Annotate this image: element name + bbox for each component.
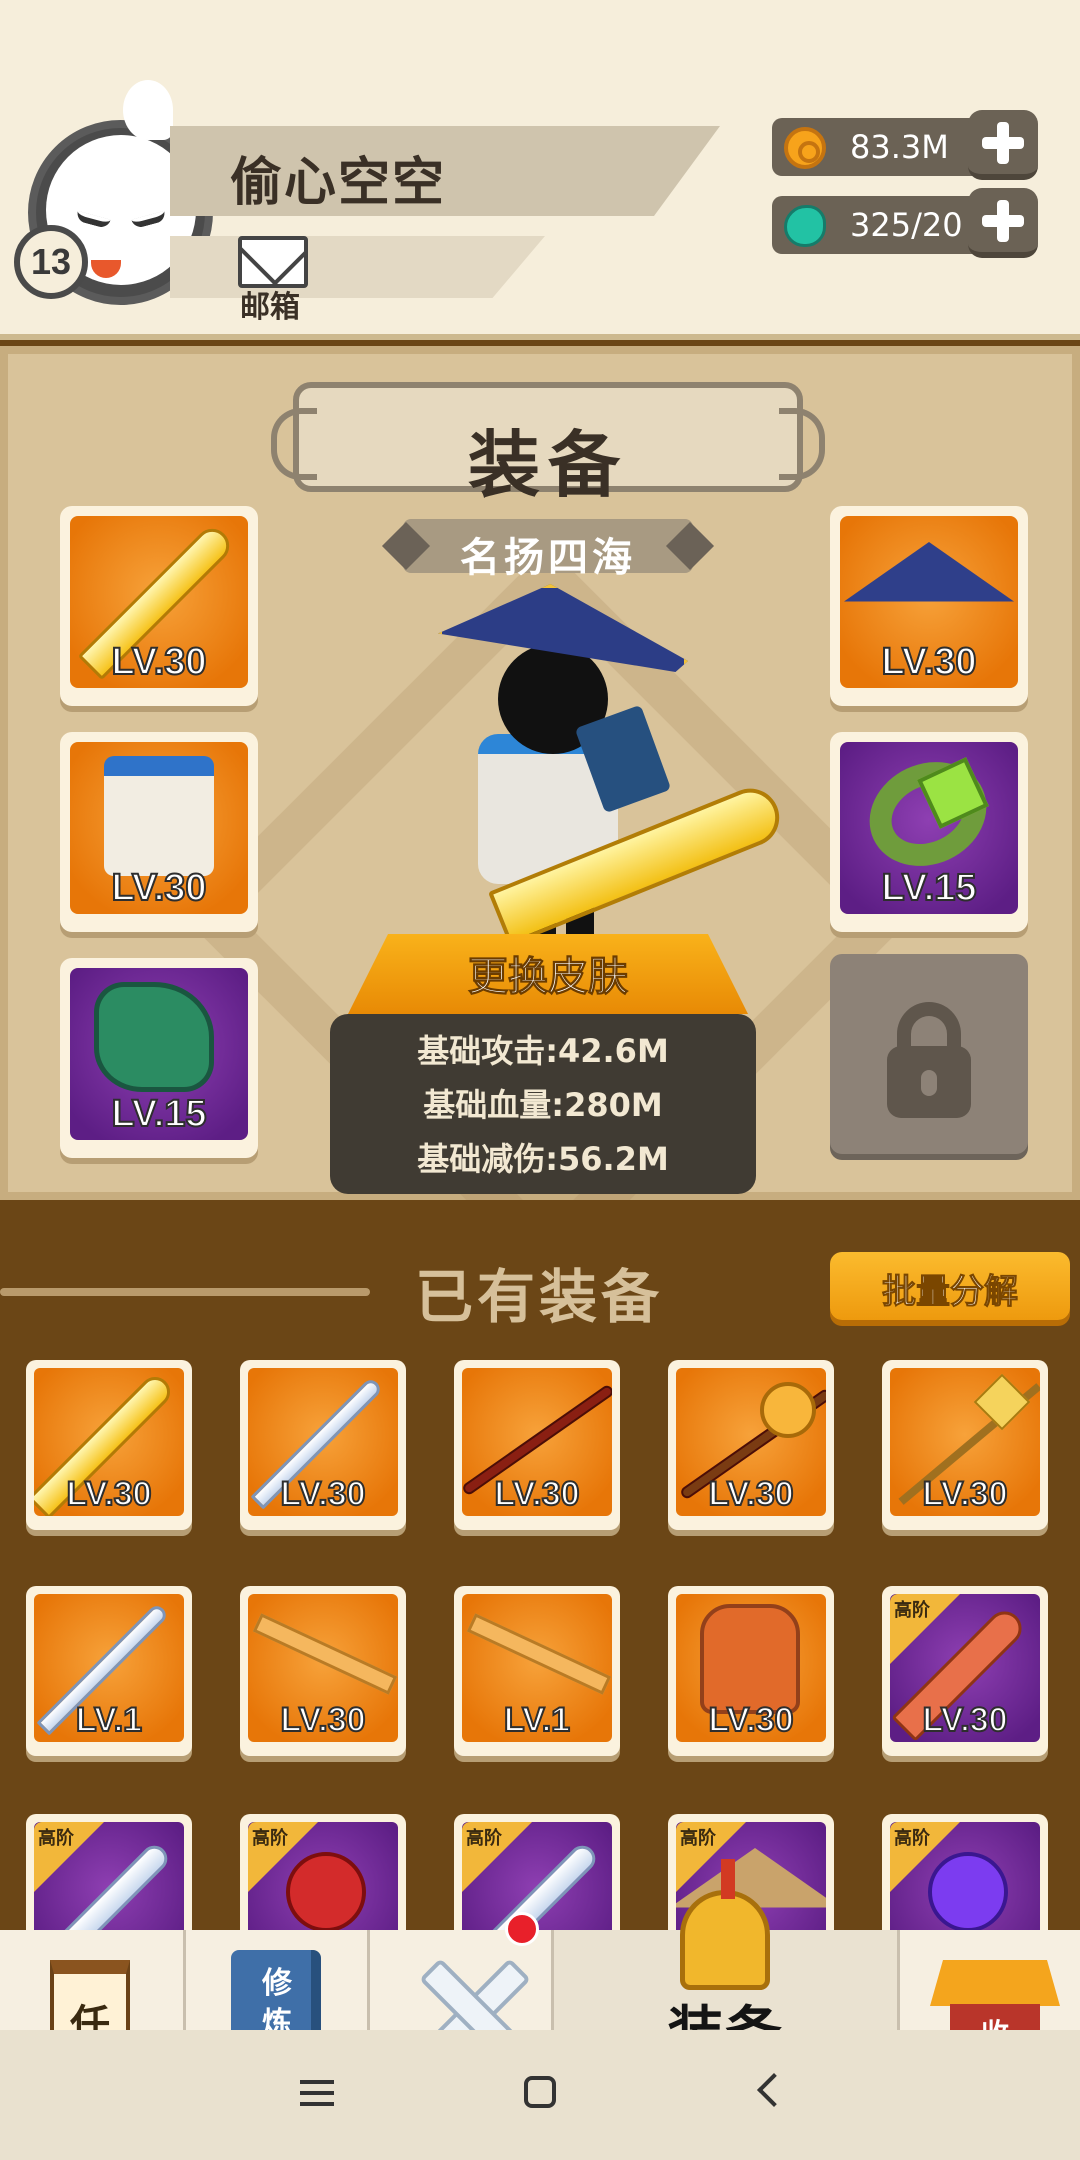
gold-currency: 83.3M	[772, 110, 1038, 180]
item-level: LV.30	[493, 1474, 580, 1514]
boots-icon	[94, 982, 214, 1092]
home-icon[interactable]	[524, 2076, 556, 2108]
tier-label: 高阶	[894, 1600, 930, 1621]
ring-icon	[852, 743, 1004, 885]
jade-icon	[784, 205, 826, 247]
armor-icon	[700, 1604, 800, 1714]
rank-title: 名扬四海	[460, 535, 636, 581]
gauntlet-icon	[286, 1852, 366, 1932]
tier-label: 高阶	[38, 1828, 74, 1849]
rank-plate: 名扬四海	[403, 519, 693, 581]
inventory-item[interactable]: LV.1	[454, 1586, 620, 1756]
profile-header: 13 偷心空空 邮箱 83.3M 325/20	[0, 0, 1080, 340]
hammer-icon	[760, 1382, 816, 1438]
tier-label: 高阶	[894, 1828, 930, 1849]
back-icon[interactable]	[757, 2073, 791, 2107]
inventory-item[interactable]: LV.1	[26, 1586, 192, 1756]
key-icon	[252, 1613, 398, 1695]
gem-value: 325/20	[850, 206, 963, 244]
gold-value: 83.3M	[850, 128, 949, 166]
stats-box: 基础攻击:42.6M 基础血量:280M 基础减伤:56.2M	[330, 1014, 756, 1194]
amulet-icon	[928, 1852, 1008, 1932]
base-hp: 基础血量:280M	[423, 1086, 663, 1124]
notification-dot	[505, 1912, 539, 1946]
item-level: LV.30	[279, 1700, 366, 1740]
slot-level: LV.30	[110, 866, 207, 910]
change-skin-button[interactable]: 更换皮肤	[348, 934, 748, 1014]
tier-label: 高阶	[680, 1828, 716, 1849]
robe-icon	[104, 756, 214, 876]
add-gold-button[interactable]	[968, 110, 1038, 180]
item-level: LV.1	[75, 1700, 143, 1740]
ring-slot[interactable]: LV.15	[830, 732, 1028, 932]
add-gem-button[interactable]	[968, 188, 1038, 258]
title-plate: 装备	[271, 382, 825, 507]
tier-label: 高阶	[252, 1828, 288, 1849]
item-level: LV.30	[707, 1474, 794, 1514]
batch-dismantle-label: 批量分解	[882, 1272, 1019, 1313]
mail-plate	[170, 236, 545, 298]
inventory-item[interactable]: LV.30	[882, 1360, 1048, 1530]
base-attack: 基础攻击:42.6M	[417, 1032, 669, 1070]
key-icon	[466, 1613, 612, 1695]
equipment-title: 装备	[467, 423, 628, 507]
change-skin-label: 更换皮肤	[468, 954, 629, 1001]
inventory-item[interactable]: LV.30	[454, 1360, 620, 1530]
base-damage-reduction: 基础减伤:56.2M	[417, 1140, 669, 1178]
hat-slot[interactable]: LV.30	[830, 506, 1028, 706]
tier-label: 高阶	[466, 1828, 502, 1849]
equipment-panel: 装备 名扬四海 LV.30 LV.30 LV.15 LV.30 LV.15 更换…	[0, 346, 1080, 1282]
shop-roof-icon	[930, 1960, 1060, 2006]
level-badge: 13	[14, 225, 88, 299]
batch-dismantle-button[interactable]: 批量分解	[830, 1252, 1070, 1320]
inventory-item[interactable]: LV.30	[668, 1360, 834, 1530]
item-level: LV.30	[279, 1474, 366, 1514]
owned-equipment: 已有装备 批量分解 LV.30 LV.30 LV.30 LV.30 LV.30 …	[0, 1200, 1080, 1984]
item-level: LV.30	[707, 1700, 794, 1740]
item-level: LV.30	[65, 1474, 152, 1514]
gem-currency: 325/20	[772, 188, 1038, 258]
slot-level: LV.15	[880, 866, 977, 910]
inventory-item[interactable]: LV.30	[26, 1360, 192, 1530]
mail-icon[interactable]	[238, 236, 308, 288]
mail-label[interactable]: 邮箱	[240, 282, 300, 326]
inventory-item[interactable]: LV.30	[240, 1360, 406, 1530]
system-nav-bar	[0, 2030, 1080, 2160]
item-level: LV.30	[921, 1474, 1008, 1514]
armor-slot[interactable]: LV.30	[60, 732, 258, 932]
locked-slot[interactable]	[830, 954, 1028, 1154]
hat-icon	[844, 542, 1014, 602]
boots-slot[interactable]: LV.15	[60, 958, 258, 1158]
slot-level: LV.30	[110, 640, 207, 684]
helmet-icon	[680, 1859, 770, 1990]
menu-icon[interactable]	[300, 2080, 334, 2106]
inventory-item[interactable]: LV.30	[668, 1586, 834, 1756]
slot-level: LV.30	[880, 640, 977, 684]
slot-level: LV.15	[110, 1092, 207, 1136]
weapon-slot[interactable]: LV.30	[60, 506, 258, 706]
item-level: LV.30	[921, 1700, 1008, 1740]
inventory-item[interactable]: LV.30	[240, 1586, 406, 1756]
item-level: LV.1	[503, 1700, 571, 1740]
player-name: 偷心空空	[230, 153, 447, 213]
coin-icon	[784, 127, 826, 169]
owned-title: 已有装备	[415, 1263, 664, 1331]
inventory-item[interactable]: 高阶 LV.30	[882, 1586, 1048, 1756]
